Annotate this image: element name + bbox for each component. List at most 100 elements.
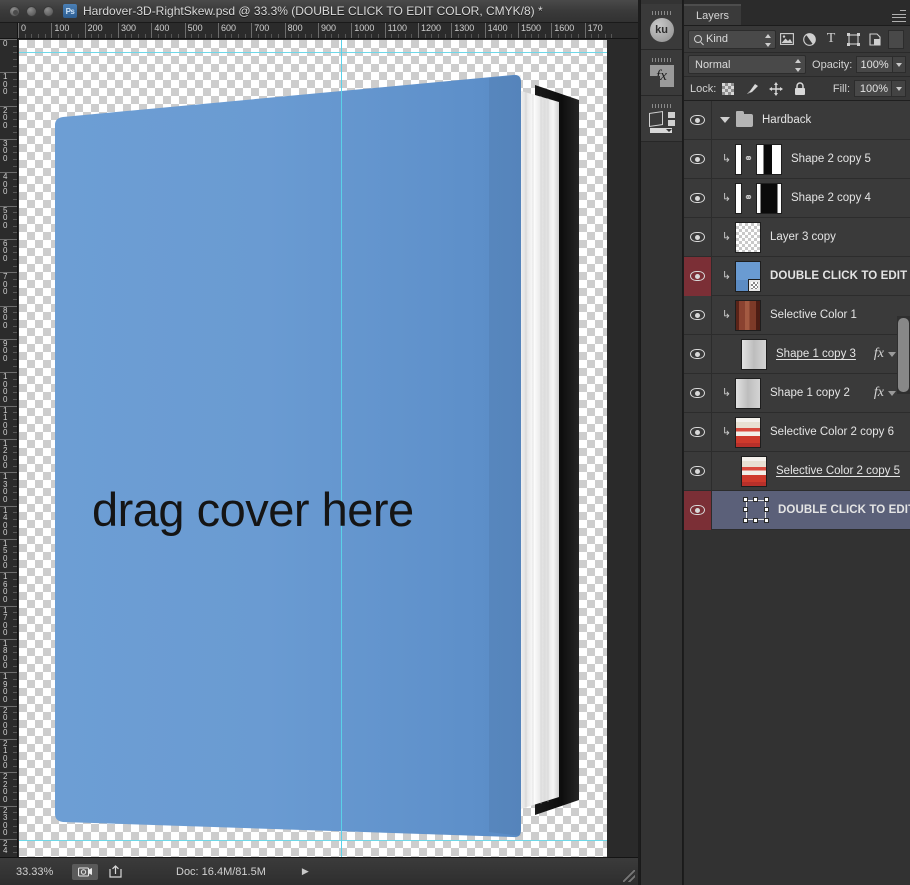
layer-thumbnail[interactable] xyxy=(735,416,761,448)
book-mockup-artwork[interactable] xyxy=(19,40,607,857)
styles-panel-button[interactable]: fx xyxy=(641,50,682,96)
layer-effects-fx-icon[interactable]: fx xyxy=(874,346,884,362)
layer-thumbnail[interactable] xyxy=(735,221,761,253)
layer-thumbnail[interactable] xyxy=(735,377,761,409)
filter-toggle-switch[interactable] xyxy=(888,29,904,49)
layer-name[interactable]: Hardback xyxy=(762,114,910,126)
layer-effects-expand-icon[interactable] xyxy=(888,390,896,396)
layer-row[interactable]: ↳ ⚭ Shape 2 copy 5 xyxy=(684,139,910,179)
layer-thumbnail[interactable] xyxy=(756,182,782,214)
layer-row[interactable]: ↳ Selective Color 2 copy 6 xyxy=(684,412,910,452)
lock-position-icon[interactable] xyxy=(764,80,788,98)
ruler-minor-tick xyxy=(13,578,17,580)
pixel-filter-icon[interactable] xyxy=(776,29,798,49)
layer-row[interactable]: ↳ Layer 3 copy xyxy=(684,217,910,257)
layer-row[interactable]: ↳ Shape 1 copy 2 fx xyxy=(684,373,910,413)
layer-name[interactable]: Shape 2 copy 5 xyxy=(791,153,910,165)
layer-visibility-toggle[interactable] xyxy=(684,100,712,140)
opacity-input[interactable]: 100% xyxy=(856,56,893,73)
layer-thumbnail[interactable] xyxy=(741,338,767,370)
layer-thumbnail[interactable] xyxy=(735,299,761,331)
title-bar[interactable]: Ps Hardover-3D-RightSkew.psd @ 33.3% (DO… xyxy=(0,0,638,23)
canvas-area[interactable]: drag cover here xyxy=(19,40,607,857)
link-icon[interactable]: ⚭ xyxy=(743,179,754,218)
zoom-button[interactable] xyxy=(43,5,54,17)
opacity-dropdown-icon[interactable] xyxy=(892,56,906,73)
layer-row[interactable]: ↳ Selective Color 1 xyxy=(684,295,910,335)
ruler-minor-tick xyxy=(13,112,17,114)
layer-effects-fx-icon[interactable]: fx xyxy=(874,385,884,401)
type-filter-icon[interactable]: T xyxy=(820,29,842,49)
ruler-tick: 900 xyxy=(317,23,336,38)
filter-kind-select[interactable]: Kind xyxy=(688,29,776,49)
layer-visibility-toggle[interactable] xyxy=(684,490,712,530)
guide-vertical-center[interactable] xyxy=(341,40,342,857)
blend-mode-select[interactable]: Normal xyxy=(688,55,807,74)
layer-thumbnail[interactable] xyxy=(735,260,761,292)
ruler-corner[interactable] xyxy=(0,23,18,39)
layer-visibility-toggle[interactable] xyxy=(684,178,712,218)
layer-name[interactable]: Shape 1 copy 3 xyxy=(776,348,874,360)
window-resize-grip[interactable] xyxy=(623,870,635,882)
layer-row[interactable]: DOUBLE CLICK TO EDIT COL... xyxy=(684,490,910,530)
fill-input[interactable]: 100% xyxy=(854,80,892,97)
vector-mask-thumbnail[interactable] xyxy=(735,182,742,214)
ruler-minor-tick xyxy=(13,532,17,534)
adjustment-filter-icon[interactable] xyxy=(798,29,820,49)
layer-thumbnail[interactable] xyxy=(741,455,767,487)
layer-visibility-toggle[interactable] xyxy=(684,373,712,413)
shape-filter-icon[interactable] xyxy=(842,29,864,49)
layer-visibility-toggle[interactable] xyxy=(684,412,712,452)
guide-horizontal-top[interactable] xyxy=(19,52,607,53)
zoom-level[interactable]: 33.33% xyxy=(16,866,68,878)
camera-icon[interactable] xyxy=(72,863,98,880)
layer-name[interactable]: DOUBLE CLICK TO EDIT xyxy=(770,270,910,282)
layer-name[interactable]: Selective Color 2 copy 6 xyxy=(770,426,910,438)
vector-mask-thumbnail[interactable] xyxy=(735,143,742,175)
layer-name[interactable]: Shape 1 copy 2 xyxy=(770,387,874,399)
layer-name[interactable]: DOUBLE CLICK TO EDIT COL... xyxy=(778,504,910,516)
vertical-ruler[interactable]: 0100200300400500600700800900100011001200… xyxy=(0,39,18,857)
layer-row[interactable]: ↳ ⚭ Shape 2 copy 4 xyxy=(684,178,910,218)
layers-panel-empty-area xyxy=(684,542,910,885)
ruler-minor-tick xyxy=(13,518,17,520)
ruler-minor-tick xyxy=(591,34,593,38)
layer-visibility-toggle[interactable] xyxy=(684,139,712,179)
lock-image-icon[interactable] xyxy=(740,80,764,98)
adjustments-panel-button[interactable] xyxy=(641,96,682,142)
layer-effects-expand-icon[interactable] xyxy=(888,351,896,357)
layer-thumbnail[interactable] xyxy=(743,497,769,523)
layer-row[interactable]: ↳ DOUBLE CLICK TO EDIT xyxy=(684,256,910,296)
scrollbar-thumb[interactable] xyxy=(898,318,909,392)
group-expand-triangle-icon[interactable] xyxy=(720,117,730,123)
fill-dropdown-icon[interactable] xyxy=(892,80,906,97)
layer-visibility-toggle[interactable] xyxy=(684,451,712,491)
layer-visibility-toggle[interactable] xyxy=(684,295,712,335)
layer-visibility-toggle[interactable] xyxy=(684,334,712,374)
horizontal-ruler[interactable]: 0 100 200 300 400 500 600 700 800 900 1000 1100 1200… xyxy=(18,23,638,39)
layer-row[interactable]: Shape 1 copy 3 fx xyxy=(684,334,910,374)
status-menu-arrow-icon[interactable]: ▶ xyxy=(302,866,309,877)
panel-menu-icon[interactable] xyxy=(892,10,906,22)
kuler-panel-button[interactable]: ku xyxy=(641,4,682,50)
layer-row[interactable]: Hardback xyxy=(684,100,910,140)
layer-name[interactable]: Shape 2 copy 4 xyxy=(791,192,910,204)
lock-transparency-icon[interactable] xyxy=(716,80,740,98)
guide-horizontal-bottom[interactable] xyxy=(19,840,607,841)
smartobject-filter-icon[interactable] xyxy=(864,29,886,49)
layer-name[interactable]: Selective Color 1 xyxy=(770,309,910,321)
minimize-button[interactable] xyxy=(26,5,37,17)
tab-layers[interactable]: Layers xyxy=(684,4,742,25)
ruler-minor-tick xyxy=(224,34,226,38)
layer-visibility-toggle[interactable] xyxy=(684,256,712,296)
ruler-minor-tick xyxy=(13,818,17,820)
close-button[interactable] xyxy=(9,5,20,17)
share-icon[interactable] xyxy=(102,864,128,880)
layer-visibility-toggle[interactable] xyxy=(684,217,712,257)
link-icon[interactable]: ⚭ xyxy=(743,140,754,179)
layer-row[interactable]: Selective Color 2 copy 5 xyxy=(684,451,910,491)
layer-name[interactable]: Selective Color 2 copy 5 xyxy=(776,465,910,477)
layer-name[interactable]: Layer 3 copy xyxy=(770,231,910,243)
layer-thumbnail[interactable] xyxy=(756,143,782,175)
lock-all-icon[interactable] xyxy=(788,80,812,98)
